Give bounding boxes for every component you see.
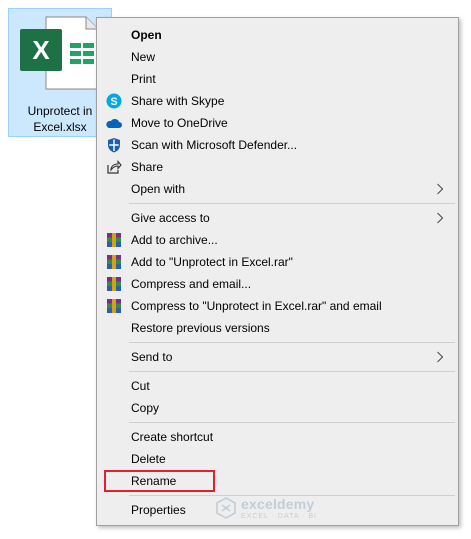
menu-item-label: Give access to	[131, 211, 210, 225]
watermark-brand: exceldemy	[241, 496, 315, 512]
exceldemy-watermark: exceldemy EXCEL · DATA · BI	[215, 495, 325, 523]
svg-text:X: X	[32, 35, 50, 65]
menu-item-label: Add to archive...	[131, 233, 218, 247]
menu-item-label: Copy	[131, 401, 160, 415]
menu-separator	[129, 342, 455, 343]
menu-item-label: Delete	[131, 452, 166, 466]
svg-text:S: S	[110, 96, 117, 108]
menu-item-label: New	[131, 50, 156, 64]
menu-item-label: Add to "Unprotect in Excel.rar"	[131, 255, 293, 269]
menu-separator	[129, 422, 455, 423]
menu-item-compress-to-rar-and-email[interactable]: Compress to "Unprotect in Excel.rar" and…	[99, 295, 456, 317]
chevron-right-icon	[437, 351, 444, 363]
menu-item-label: Scan with Microsoft Defender...	[131, 138, 298, 152]
menu-item-restore-previous-versions[interactable]: Restore previous versions	[99, 317, 456, 339]
menu-item-scan-defender[interactable]: Scan with Microsoft Defender...	[99, 134, 456, 156]
menu-item-create-shortcut[interactable]: Create shortcut	[99, 426, 456, 448]
menu-item-label: Share with Skype	[131, 94, 225, 108]
menu-item-label: Cut	[131, 379, 150, 393]
winrar-icon	[107, 277, 121, 291]
excel-file-icon: X	[20, 16, 99, 90]
share-icon	[107, 160, 122, 174]
menu-item-share-with-skype[interactable]: S Share with Skype	[99, 90, 456, 112]
menu-item-copy[interactable]: Copy	[99, 397, 456, 419]
menu-item-label: Move to OneDrive	[131, 116, 228, 130]
menu-item-label: Restore previous versions	[131, 321, 270, 335]
menu-separator	[129, 371, 455, 372]
menu-item-give-access-to[interactable]: Give access to	[99, 207, 456, 229]
menu-item-label: Rename	[131, 474, 177, 488]
skype-icon: S	[106, 93, 122, 109]
menu-item-new[interactable]: New	[99, 46, 456, 68]
menu-separator	[129, 203, 455, 204]
menu-item-add-to-rar[interactable]: Add to "Unprotect in Excel.rar"	[99, 251, 456, 273]
winrar-icon	[107, 255, 121, 269]
menu-item-open[interactable]: Open	[99, 24, 456, 46]
menu-item-label: Print	[131, 72, 156, 86]
menu-item-compress-and-email[interactable]: Compress and email...	[99, 273, 456, 295]
menu-item-rename[interactable]: Rename	[99, 470, 456, 492]
menu-item-send-to[interactable]: Send to	[99, 346, 456, 368]
menu-item-label: Share	[131, 160, 164, 174]
onedrive-icon	[106, 118, 122, 128]
chevron-right-icon	[437, 212, 444, 224]
menu-item-open-with[interactable]: Open with	[99, 178, 456, 200]
menu-item-cut[interactable]: Cut	[99, 375, 456, 397]
winrar-icon	[107, 233, 121, 247]
menu-item-delete[interactable]: Delete	[99, 448, 456, 470]
menu-item-share[interactable]: Share	[99, 156, 456, 178]
watermark-tagline: EXCEL · DATA · BI	[241, 513, 317, 520]
chevron-right-icon	[437, 183, 444, 195]
winrar-icon	[107, 299, 121, 313]
menu-item-label: Compress to "Unprotect in Excel.rar" and…	[131, 299, 382, 313]
exceldemy-logo-icon	[216, 497, 236, 519]
menu-item-label: Compress and email...	[131, 277, 252, 291]
menu-item-label: Open	[131, 28, 162, 42]
menu-item-print[interactable]: Print	[99, 68, 456, 90]
menu-item-label: Properties	[131, 503, 186, 517]
menu-item-label: Create shortcut	[131, 430, 214, 444]
menu-item-label: Open with	[131, 182, 186, 196]
context-menu: Open New Print S Share with Skype Move t…	[96, 17, 459, 526]
defender-icon	[108, 138, 120, 153]
menu-item-add-to-archive[interactable]: Add to archive...	[99, 229, 456, 251]
menu-item-label: Send to	[131, 350, 173, 364]
menu-item-move-to-onedrive[interactable]: Move to OneDrive	[99, 112, 456, 134]
